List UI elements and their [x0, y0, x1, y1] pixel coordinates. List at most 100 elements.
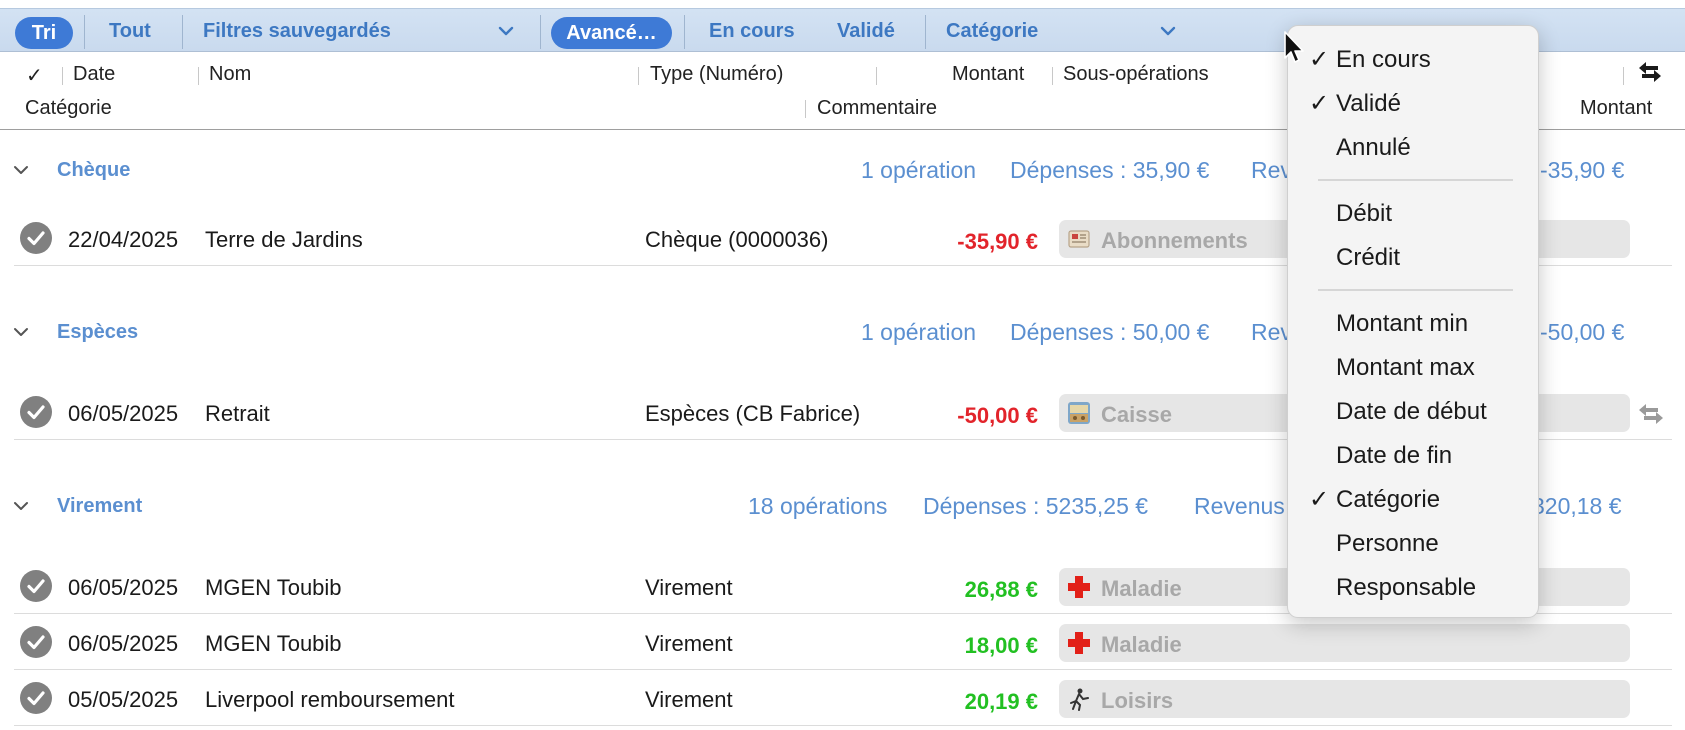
- row-date: 06/05/2025: [68, 631, 179, 656]
- row-name: Retrait: [205, 401, 270, 426]
- transfer-arrows-icon[interactable]: [1636, 402, 1666, 426]
- menu-separator: [1318, 289, 1513, 291]
- status-validated-icon[interactable]: [20, 570, 52, 602]
- menu-item-label: Montant max: [1336, 354, 1475, 381]
- filter-validated-button[interactable]: Validé: [837, 9, 895, 53]
- row-name: Liverpool remboursement: [205, 687, 455, 712]
- group-count: 1 opération: [861, 157, 977, 183]
- column-date[interactable]: Date: [73, 63, 115, 86]
- column-category[interactable]: Catégorie: [25, 97, 112, 120]
- menu-item-in-progress[interactable]: ✓ En cours: [1288, 39, 1540, 79]
- row-type: Virement: [645, 687, 733, 712]
- menu-item-person[interactable]: Personne: [1288, 523, 1540, 563]
- status-validated-icon[interactable]: [20, 396, 52, 428]
- saved-filters-dropdown[interactable]: Filtres sauvegardés: [203, 9, 391, 53]
- category-label: Caisse: [1101, 402, 1172, 427]
- menu-item-cancelled[interactable]: Annulé: [1288, 127, 1540, 167]
- row-name: MGEN Toubib: [205, 575, 342, 600]
- row-type: Chèque (0000036): [645, 227, 829, 252]
- transfer-arrows-icon[interactable]: [1636, 60, 1664, 84]
- column-name[interactable]: Nom: [209, 63, 251, 86]
- menu-item-debit[interactable]: Débit: [1288, 193, 1540, 233]
- group-revenue: Rev: [1251, 157, 1292, 183]
- category-tag[interactable]: Maladie: [1059, 624, 1630, 662]
- checkmark-icon: ✓: [1309, 486, 1330, 513]
- group-expenses: Dépenses : 50,00 €: [1010, 319, 1210, 345]
- menu-item-max-amount[interactable]: Montant max: [1288, 347, 1540, 387]
- menu-item-credit[interactable]: Crédit: [1288, 237, 1540, 277]
- column-comment[interactable]: Commentaire: [817, 97, 937, 120]
- newspaper-icon: [1068, 230, 1090, 248]
- row-date: 06/05/2025: [68, 401, 179, 426]
- table-row[interactable]: 05/05/2025 Liverpool remboursement Virem…: [14, 674, 1672, 726]
- menu-item-label: Montant min: [1336, 310, 1469, 337]
- group-name: Virement: [57, 495, 143, 517]
- column-sub-operations[interactable]: Sous-opérations: [1063, 63, 1209, 86]
- menu-item-start-date[interactable]: Date de début: [1288, 391, 1540, 431]
- filter-all-button[interactable]: Tout: [109, 9, 151, 53]
- chevron-down-icon[interactable]: [12, 325, 30, 339]
- column-separator: [62, 67, 63, 85]
- status-validated-icon[interactable]: [20, 626, 52, 658]
- column-separator: [805, 100, 806, 118]
- menu-item-responsible[interactable]: Responsable: [1288, 567, 1540, 607]
- group-name: Chèque: [57, 159, 131, 181]
- row-amount: 18,00 €: [964, 633, 1038, 658]
- status-validated-icon[interactable]: [20, 222, 52, 254]
- sort-button[interactable]: Tri: [15, 17, 73, 49]
- group-expenses: Dépenses : 5235,25 €: [923, 493, 1149, 519]
- row-amount: -50,00 €: [957, 403, 1038, 428]
- menu-item-label: Responsable: [1336, 574, 1477, 601]
- menu-item-validated[interactable]: ✓ Validé: [1288, 83, 1540, 123]
- menu-item-end-date[interactable]: Date de fin: [1288, 435, 1540, 475]
- category-tag[interactable]: Loisirs: [1059, 680, 1630, 718]
- group-revenue: Rev: [1251, 319, 1292, 345]
- category-label: Maladie: [1101, 632, 1182, 657]
- category-label: Abonnements: [1101, 228, 1248, 253]
- category-label: Loisirs: [1101, 688, 1174, 713]
- column-separator: [638, 67, 639, 85]
- row-type: Virement: [645, 575, 733, 600]
- filter-separator: [182, 15, 183, 49]
- mouse-cursor-icon: [1284, 31, 1304, 63]
- column-separator: [1052, 67, 1053, 85]
- column-check[interactable]: ✓: [26, 63, 43, 88]
- advanced-filter-button[interactable]: Avancé…: [551, 17, 672, 49]
- column-separator: [876, 67, 877, 85]
- column-type[interactable]: Type (Numéro): [650, 63, 783, 86]
- category-label: Maladie: [1101, 576, 1182, 601]
- filter-separator: [84, 15, 85, 49]
- filter-in-progress-button[interactable]: En cours: [709, 9, 795, 53]
- menu-item-label: En cours: [1336, 46, 1431, 73]
- chevron-down-icon[interactable]: [12, 163, 30, 177]
- row-date: 06/05/2025: [68, 575, 179, 600]
- filter-options-menu: ✓ En cours ✓ Validé Annulé Débit Crédit …: [1287, 25, 1539, 618]
- checkmark-icon: ✓: [1309, 46, 1330, 73]
- menu-item-label: Annulé: [1336, 134, 1411, 161]
- cash-register-icon: [1068, 402, 1090, 424]
- checkmark-icon: ✓: [1309, 90, 1330, 117]
- leisure-icon: [1070, 688, 1089, 711]
- column-amount[interactable]: Montant: [952, 63, 1024, 86]
- table-row[interactable]: 06/05/2025 MGEN Toubib Virement 18,00 € …: [14, 618, 1672, 670]
- row-amount: -35,90 €: [957, 229, 1038, 254]
- menu-item-min-amount[interactable]: Montant min: [1288, 303, 1540, 343]
- status-validated-icon[interactable]: [20, 682, 52, 714]
- red-cross-icon: [1068, 632, 1090, 654]
- column-separator: [198, 67, 199, 85]
- chevron-down-icon[interactable]: [12, 499, 30, 513]
- group-count: 18 opérations: [748, 493, 888, 519]
- group-name: Espèces: [57, 321, 139, 343]
- filter-separator: [925, 15, 926, 49]
- menu-item-category[interactable]: ✓ Catégorie: [1288, 479, 1540, 519]
- row-amount: 20,19 €: [964, 689, 1038, 714]
- chevron-down-icon[interactable]: [496, 23, 516, 39]
- row-name: MGEN Toubib: [205, 631, 342, 656]
- column-separator: [1623, 67, 1624, 85]
- red-cross-icon: [1068, 576, 1090, 598]
- menu-item-label: Date de fin: [1336, 442, 1453, 469]
- chevron-down-icon[interactable]: [1158, 23, 1178, 39]
- category-filter-dropdown[interactable]: Catégorie: [946, 9, 1038, 53]
- group-total: -50,00 €: [1540, 319, 1625, 345]
- column-amount-secondary[interactable]: Montant: [1580, 97, 1652, 120]
